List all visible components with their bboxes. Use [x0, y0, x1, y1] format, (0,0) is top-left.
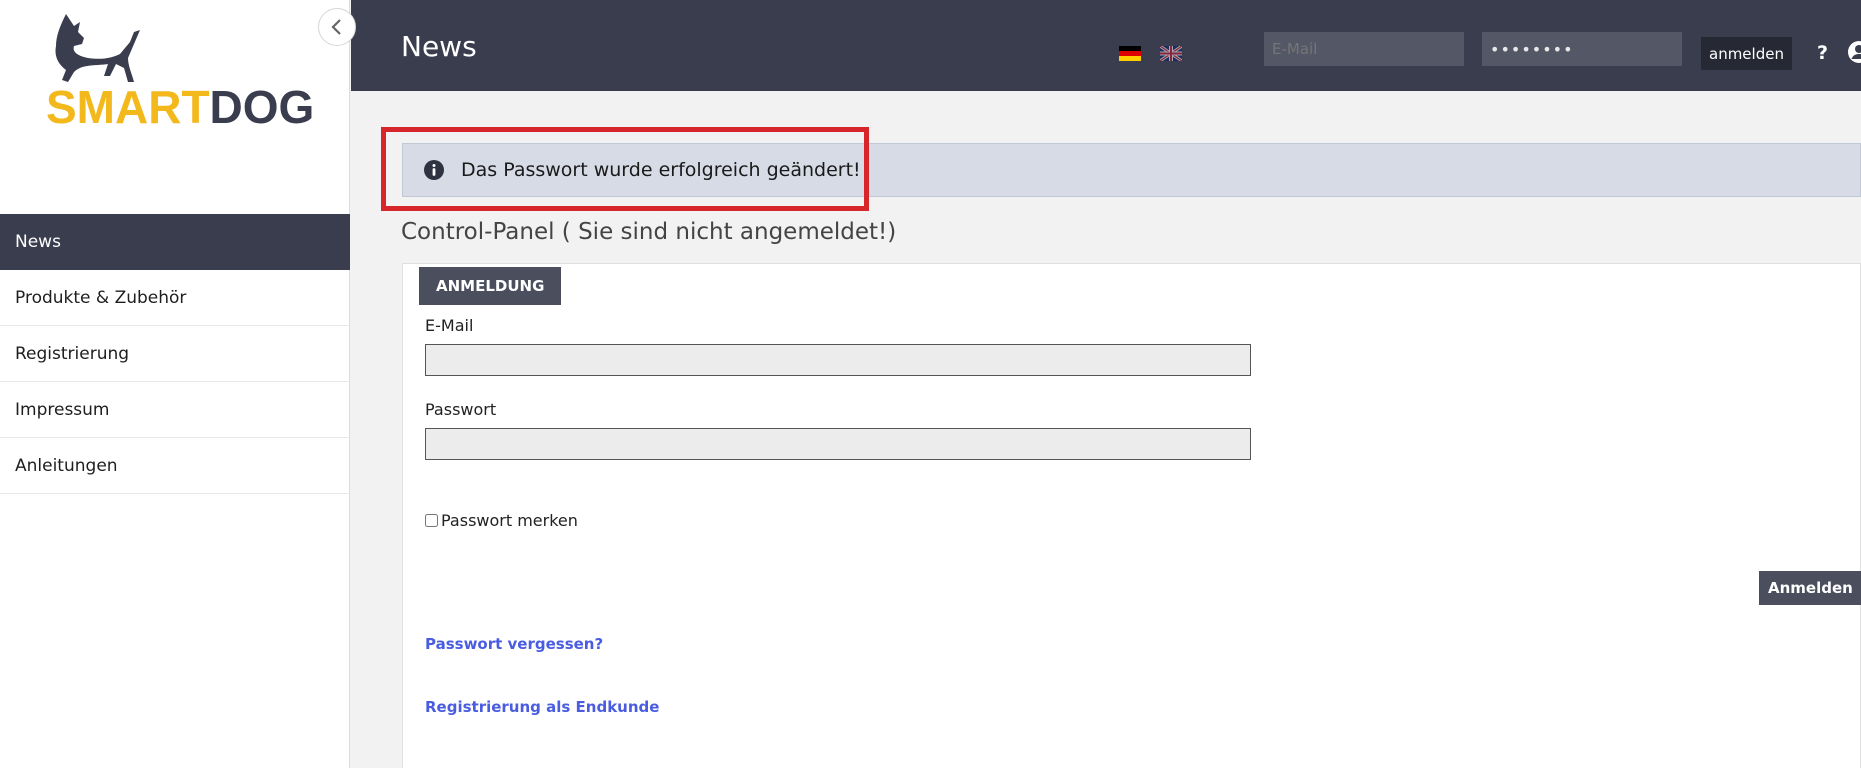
sidebar-item-imprint[interactable]: Impressum [0, 382, 350, 438]
user-icon[interactable] [1847, 40, 1861, 64]
help-icon[interactable]: ? [1817, 42, 1828, 64]
register-customer-link[interactable]: Registrierung als Endkunde [425, 698, 659, 716]
remember-password-checkbox[interactable] [425, 514, 438, 527]
sidebar: SMARTDOG News Produkte & Zubehör Registr… [0, 0, 350, 768]
password-label: Passwort [425, 400, 497, 419]
header-login-button[interactable]: anmelden [1701, 37, 1792, 70]
header-password-input[interactable] [1482, 32, 1682, 66]
info-icon [424, 160, 444, 180]
header-email-input[interactable] [1264, 32, 1464, 66]
sidebar-nav: News Produkte & Zubehör Registrierung Im… [0, 214, 350, 494]
control-panel-title: Control-Panel ( Sie sind nicht angemelde… [401, 219, 897, 245]
top-header: News anmelden ? [351, 0, 1861, 91]
sidebar-item-news[interactable]: News [0, 214, 350, 270]
main-content: Das Passwort wurde erfolgreich geändert!… [351, 91, 1861, 768]
de-flag-icon[interactable] [1119, 46, 1141, 61]
logo-smart-text: SMART [46, 81, 210, 133]
remember-password-option[interactable]: Passwort merken [425, 511, 578, 530]
page-title: News [401, 30, 477, 63]
sidebar-item-products[interactable]: Produkte & Zubehör [0, 270, 350, 326]
en-flag-icon[interactable] [1160, 46, 1182, 61]
login-panel: ANMELDUNG E-Mail Passwort Passwort merke… [402, 263, 1861, 768]
email-field[interactable] [425, 344, 1251, 376]
submit-login-button[interactable]: Anmelden [1759, 571, 1861, 605]
email-label: E-Mail [425, 316, 474, 335]
remember-password-label: Passwort merken [441, 511, 578, 530]
sidebar-item-registration[interactable]: Registrierung [0, 326, 350, 382]
sidebar-collapse-button[interactable] [318, 8, 356, 46]
sidebar-item-manuals[interactable]: Anleitungen [0, 438, 350, 494]
chevron-left-icon [331, 19, 341, 35]
sidebar-item-label: Anleitungen [15, 455, 118, 476]
logo-wordmark: SMARTDOG [46, 84, 314, 130]
logo-dog-text: DOG [209, 81, 315, 133]
success-alert: Das Passwort wurde erfolgreich geändert! [402, 143, 1861, 197]
forgot-password-link[interactable]: Passwort vergessen? [425, 635, 603, 653]
smartdog-logo[interactable]: SMARTDOG [44, 12, 314, 136]
password-field[interactable] [425, 428, 1251, 460]
tab-anmeldung[interactable]: ANMELDUNG [419, 267, 562, 305]
sidebar-item-label: Produkte & Zubehör [15, 287, 187, 308]
alert-message: Das Passwort wurde erfolgreich geändert! [461, 159, 861, 181]
sidebar-item-label: Impressum [15, 399, 110, 420]
sidebar-item-label: Registrierung [15, 343, 130, 364]
sidebar-item-label: News [15, 232, 61, 252]
dog-logo-icon [55, 14, 140, 82]
